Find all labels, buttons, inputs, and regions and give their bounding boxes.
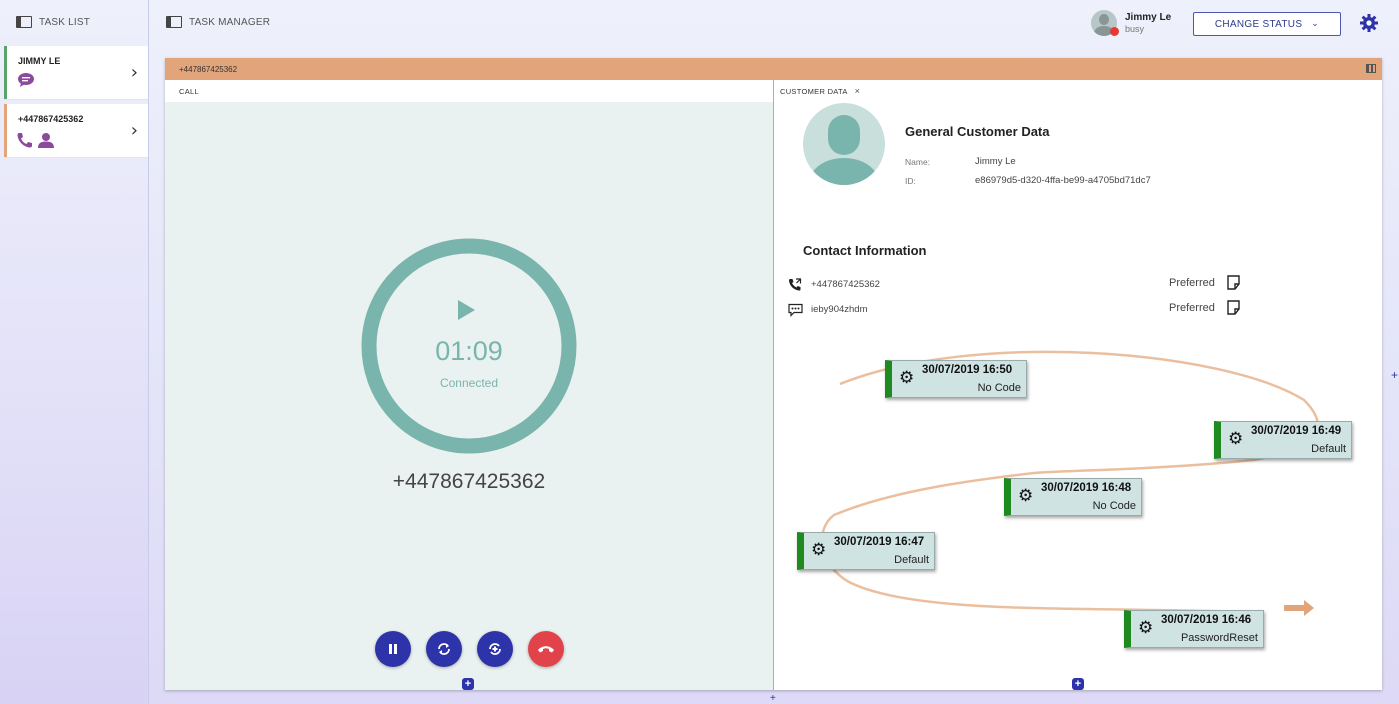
- timeline-entry[interactable]: ⚙ 30/07/2019 16:48 No Code: [1004, 478, 1142, 516]
- timeline-date: 30/07/2019 16:47: [834, 536, 925, 548]
- play-icon: [458, 300, 475, 320]
- id-value: e86979d5-d320-4ffa-be99-a4705bd71dc7: [975, 175, 1151, 186]
- arrow-right-icon: [1284, 600, 1314, 616]
- change-status-label: CHANGE STATUS: [1214, 18, 1303, 30]
- contact-chat[interactable]: ieby904zhdm: [811, 304, 868, 315]
- transfer-button[interactable]: [426, 631, 462, 667]
- timeline-date: 30/07/2019 16:49: [1251, 425, 1342, 437]
- avatar-head: [828, 115, 860, 155]
- hold-button[interactable]: [375, 631, 411, 667]
- timeline-entry[interactable]: ⚙ 30/07/2019 16:47 Default: [797, 532, 935, 570]
- gear-icon: ⚙: [1138, 618, 1154, 638]
- phone-icon: [789, 278, 802, 291]
- layout-icon[interactable]: [1366, 64, 1376, 73]
- status-dot: [1110, 27, 1119, 36]
- gear-icon[interactable]: [1359, 13, 1379, 33]
- page-title: TASK MANAGER: [189, 16, 271, 28]
- contact-phone[interactable]: +447867425362: [811, 279, 880, 290]
- timeline-entry[interactable]: ⚙ 30/07/2019 16:46 PasswordReset: [1124, 610, 1264, 648]
- conference-icon: [489, 643, 501, 655]
- timeline-code: No Code: [1092, 500, 1136, 512]
- contact-tag: Preferred: [1169, 277, 1215, 289]
- timeline-code: Default: [894, 554, 929, 566]
- customer-pane-header: CUSTOMER DATA ×: [774, 80, 1382, 102]
- contact-title: Contact Information: [803, 243, 927, 258]
- timeline-date: 30/07/2019 16:48: [1041, 482, 1132, 494]
- task-window-titlebar: +447867425362: [165, 58, 1382, 80]
- call-pane: CALL 01:09 Connected +447867425362 +: [165, 80, 773, 690]
- hangup-button[interactable]: [528, 631, 564, 667]
- chat-icon: [788, 303, 803, 317]
- customer-data-pane: CUSTOMER DATA × General Customer Data Na…: [774, 80, 1382, 690]
- gear-icon: ⚙: [811, 540, 827, 560]
- task-window-title: +447867425362: [179, 64, 238, 74]
- pause-icon: [389, 644, 397, 654]
- name-label: Name:: [905, 157, 931, 167]
- call-pane-header: CALL: [165, 80, 773, 102]
- task-card-jimmy-le[interactable]: JIMMY LE ›: [4, 46, 148, 100]
- task-title: JIMMY LE: [18, 56, 61, 66]
- tab-customer-data[interactable]: CUSTOMER DATA: [780, 87, 848, 96]
- timeline-date: 30/07/2019 16:46: [1161, 614, 1252, 626]
- close-icon[interactable]: ×: [855, 86, 861, 96]
- task-card-phone[interactable]: +447867425362 ›: [4, 104, 148, 158]
- chevron-right-icon: ›: [130, 62, 138, 83]
- conference-button[interactable]: [477, 631, 513, 667]
- chat-bubble-icon: [18, 73, 34, 87]
- avatar-head: [1099, 14, 1109, 25]
- timeline-code: PasswordReset: [1180, 632, 1258, 644]
- add-button[interactable]: +: [462, 678, 474, 690]
- add-pane-marker[interactable]: +: [1391, 368, 1398, 382]
- call-timer: 01:09: [435, 336, 503, 366]
- change-status-button[interactable]: CHANGE STATUS ⌄: [1193, 12, 1341, 36]
- contact-tag: Preferred: [1169, 302, 1215, 314]
- timeline-code: No Code: [977, 382, 1021, 394]
- panel-icon[interactable]: [166, 16, 182, 28]
- task-window: +447867425362 CALL 01:09 Connected +4478…: [165, 58, 1382, 690]
- user-status: busy: [1125, 24, 1145, 34]
- timeline-code: Default: [1311, 443, 1346, 455]
- customer-avatar: [803, 103, 885, 185]
- user-name: Jimmy Le: [1125, 12, 1172, 23]
- add-button[interactable]: +: [1072, 678, 1084, 690]
- chevron-down-icon: ⌄: [1311, 19, 1320, 29]
- transfer-icon: [438, 643, 450, 655]
- call-pane-label: CALL: [179, 86, 199, 96]
- add-pane-marker[interactable]: +: [770, 693, 776, 704]
- gear-icon: ⚙: [899, 368, 915, 388]
- task-stripe: [4, 104, 7, 157]
- general-title: General Customer Data: [905, 124, 1050, 139]
- gear-icon: ⚙: [1228, 429, 1244, 449]
- call-number: +447867425362: [392, 470, 546, 493]
- note-icon[interactable]: [1227, 300, 1240, 315]
- timeline-entry[interactable]: ⚙ 30/07/2019 16:50 No Code: [885, 360, 1027, 398]
- timeline-date: 30/07/2019 16:50: [922, 364, 1013, 376]
- phone-icon: [17, 133, 32, 148]
- call-state: Connected: [439, 376, 499, 390]
- task-list-panel: TASK LIST JIMMY LE › +447867425362 ›: [0, 0, 149, 704]
- task-list-header: TASK LIST: [0, 0, 148, 44]
- avatar-body: [809, 158, 879, 185]
- hangup-icon: [538, 646, 554, 653]
- panel-icon[interactable]: [16, 16, 32, 28]
- person-icon: [38, 133, 54, 148]
- name-value: Jimmy Le: [975, 156, 1016, 167]
- timeline-entry[interactable]: ⚙ 30/07/2019 16:49 Default: [1214, 421, 1352, 459]
- gear-icon: ⚙: [1018, 486, 1034, 506]
- chevron-right-icon: ›: [130, 120, 138, 141]
- task-list-title: TASK LIST: [39, 16, 91, 28]
- id-label: ID:: [905, 176, 916, 186]
- task-stripe: [4, 46, 7, 99]
- task-title: +447867425362: [18, 114, 84, 124]
- note-icon[interactable]: [1227, 275, 1240, 290]
